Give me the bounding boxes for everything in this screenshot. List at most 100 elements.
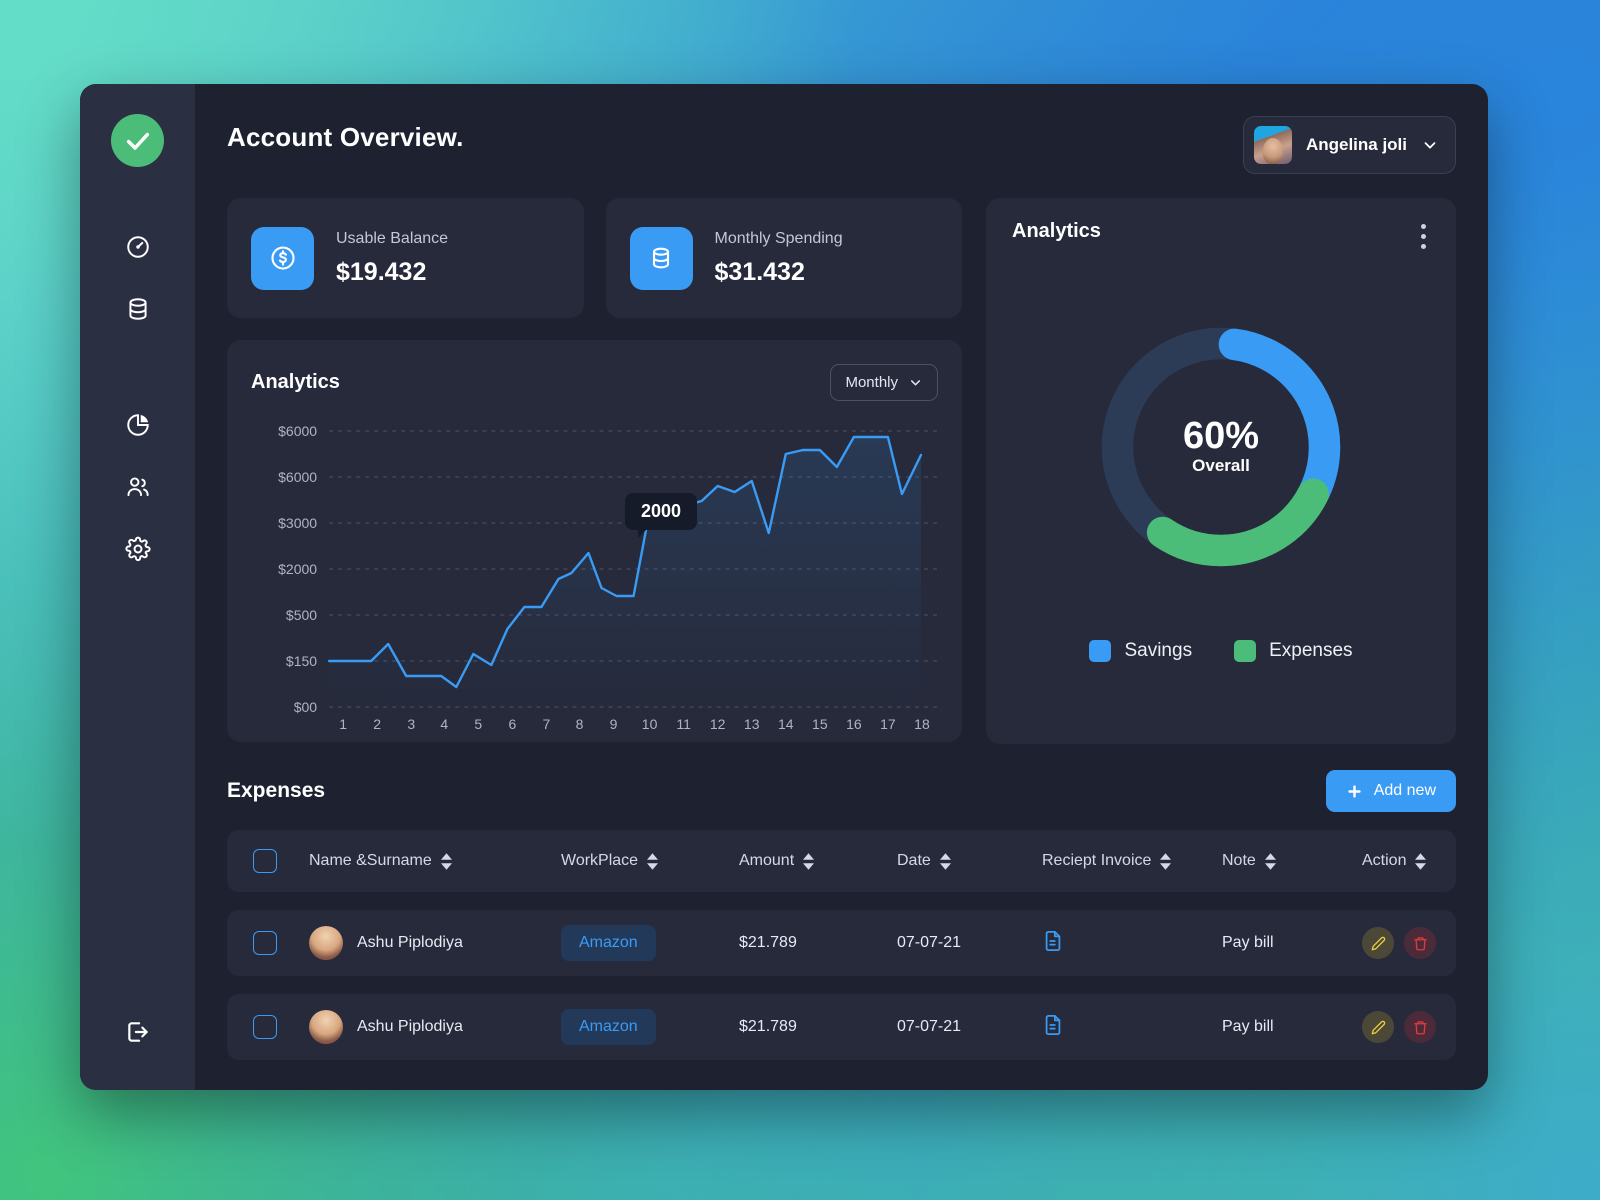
sidebar-nav [80, 219, 195, 577]
stat-value: $19.432 [336, 257, 427, 286]
sort-icon [1264, 852, 1276, 870]
workplace-badge[interactable]: Amazon [561, 925, 656, 961]
column-header-action[interactable]: Action [1362, 852, 1430, 870]
line-chart-title: Analytics [251, 371, 340, 393]
column-header-date[interactable]: Date [897, 852, 1042, 870]
sort-icon [803, 852, 815, 870]
line-chart-svg: $6000 $6000 $3000 $2000 $500 $150 $00 1 [278, 423, 938, 731]
stat-label: Usable Balance [336, 229, 449, 247]
delete-button[interactable] [1404, 1011, 1436, 1043]
sidebar-item-database[interactable] [110, 281, 166, 337]
stat-label: Monthly Spending [714, 229, 843, 247]
cell-date: 07-07-21 [897, 1018, 962, 1035]
svg-text:12: 12 [710, 716, 726, 731]
legend-swatch [1089, 640, 1112, 662]
edit-button[interactable] [1362, 927, 1394, 959]
add-new-button[interactable]: Add new [1325, 770, 1456, 812]
row-actions [1362, 1011, 1436, 1043]
sort-icon [647, 852, 659, 870]
workplace-badge[interactable]: Amazon [561, 1009, 656, 1045]
stat-cards: Usable Balance $19.432 Monthly Spending … [227, 198, 962, 318]
legend-label: Savings [1124, 640, 1193, 661]
stat-value: $31.432 [714, 257, 805, 286]
donut-chart-header: Analytics [1012, 220, 1430, 253]
svg-text:$500: $500 [286, 607, 317, 623]
svg-text:$6000: $6000 [278, 423, 317, 439]
svg-text:5: 5 [474, 716, 482, 731]
profile-name: Angelina joli [1305, 135, 1407, 154]
stat-card-usable-balance: Usable Balance $19.432 [227, 198, 584, 318]
plus-icon [1348, 784, 1361, 798]
svg-text:2: 2 [373, 716, 381, 731]
sort-icon [1415, 852, 1427, 870]
row-checkbox[interactable] [253, 1015, 277, 1039]
svg-text:15: 15 [812, 716, 828, 731]
cell-amount: $21.789 [739, 1018, 797, 1035]
expenses-table: Name &Surname WorkPlace Amount Date Reci… [227, 830, 1456, 1060]
dollar-circle-icon [251, 226, 314, 290]
sidebar-item-settings[interactable] [110, 521, 166, 577]
document-icon[interactable] [1042, 930, 1064, 952]
donut-chart-card: Analytics 60% Overall Savings Expenses [986, 198, 1456, 744]
stat-card-monthly-spending: Monthly Spending $31.432 [605, 198, 962, 318]
edit-button[interactable] [1362, 1011, 1394, 1043]
sidebar-item-reports[interactable] [110, 397, 166, 453]
column-label: Date [897, 852, 931, 869]
chevron-down-icon [1424, 142, 1436, 149]
topbar: Account Overview. Angelina joli [227, 116, 1456, 174]
sidebar [80, 84, 195, 1090]
profile-menu[interactable]: Angelina joli [1242, 116, 1456, 174]
sort-icon [939, 852, 951, 870]
add-new-label: Add new [1373, 782, 1436, 799]
select-all-cell [253, 849, 309, 873]
donut-chart-title: Analytics [1012, 220, 1101, 242]
table-row[interactable]: Ashu Piplodiya Amazon $21.789 07-07-21 P… [227, 994, 1456, 1060]
select-all-checkbox[interactable] [253, 849, 277, 873]
svg-text:1: 1 [339, 716, 347, 731]
cell-note: Pay bill [1222, 1018, 1274, 1035]
sidebar-item-users[interactable] [110, 459, 166, 515]
cell-note: Pay bill [1222, 934, 1274, 951]
more-options-icon[interactable] [1417, 220, 1430, 253]
app-logo [111, 114, 164, 167]
chevron-down-icon [911, 380, 920, 386]
main-content: Account Overview. Angelina joli Usable B… [195, 84, 1488, 1090]
row-checkbox[interactable] [253, 931, 277, 955]
expenses-header: Expenses Add new [227, 770, 1456, 812]
line-plot: $6000 $6000 $3000 $2000 $500 $150 $00 1 [251, 411, 938, 731]
app-window: Account Overview. Angelina joli Usable B… [80, 84, 1488, 1090]
column-label: Note [1222, 852, 1256, 869]
svg-text:11: 11 [676, 716, 691, 731]
logout-button[interactable] [110, 1004, 166, 1060]
y-axis-labels: $6000 $6000 $3000 $2000 $500 $150 $00 [278, 423, 317, 715]
table-header-row: Name &Surname WorkPlace Amount Date Reci… [227, 830, 1456, 892]
pencil-icon [1371, 1020, 1385, 1034]
legend-swatch [1234, 640, 1257, 662]
range-select[interactable]: Monthly [830, 364, 938, 401]
column-header-amount[interactable]: Amount [739, 852, 897, 870]
x-axis-labels: 1 2 3 4 5 6 7 8 9 10 11 12 13 14 15 16 1… [339, 716, 930, 731]
svg-text:4: 4 [440, 716, 448, 731]
column-header-workplace[interactable]: WorkPlace [561, 852, 739, 870]
range-select-value: Monthly [845, 374, 898, 391]
document-icon[interactable] [1042, 1014, 1064, 1036]
line-chart-header: Analytics Monthly [251, 364, 938, 401]
left-column: Usable Balance $19.432 Monthly Spending … [227, 198, 962, 742]
svg-text:9: 9 [610, 716, 618, 731]
svg-text:$6000: $6000 [278, 469, 317, 485]
avatar [309, 926, 343, 960]
sidebar-item-dashboard[interactable] [110, 219, 166, 275]
column-header-receipt-invoice[interactable]: Reciept Invoice [1042, 852, 1222, 870]
table-row[interactable]: Ashu Piplodiya Amazon $21.789 07-07-21 P… [227, 910, 1456, 976]
column-header-note[interactable]: Note [1222, 852, 1362, 870]
delete-button[interactable] [1404, 927, 1436, 959]
svg-text:10: 10 [642, 716, 658, 731]
donut-percent: 60% [1182, 414, 1260, 457]
chart-tooltip: 2000 [625, 493, 698, 538]
avatar [309, 1010, 343, 1044]
column-header-name[interactable]: Name &Surname [309, 852, 452, 870]
svg-text:8: 8 [576, 716, 584, 731]
legend-item-savings: Savings [1089, 640, 1192, 662]
trash-icon [1413, 1020, 1427, 1034]
database-icon [629, 226, 693, 290]
